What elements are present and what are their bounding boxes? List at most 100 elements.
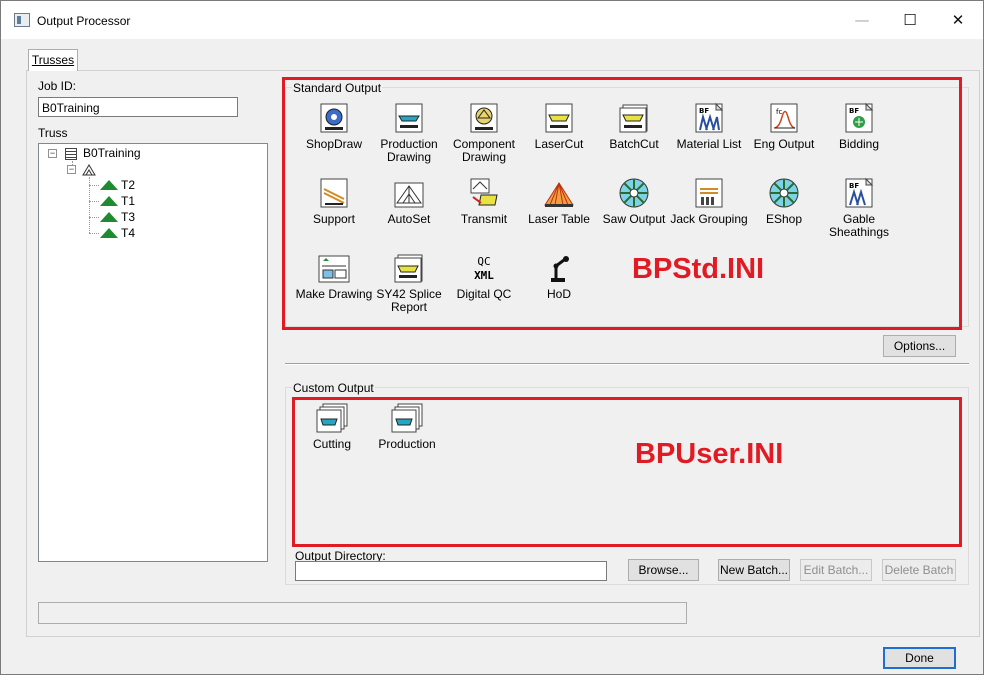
new-batch-button[interactable]: New Batch... [718,559,790,581]
eng-output-icon: fc [770,103,798,133]
output-item-label: HoD [546,287,571,301]
output-item-label: Make Drawing [295,287,373,301]
tree-subgroup-collapse-icon[interactable]: − [67,165,76,174]
output-processor-window: Output Processor — ☐ ✕ Trusses Job ID: B… [0,0,984,675]
output-item-label: AutoSet [387,212,431,226]
output-item-label: Eng Output [753,137,815,151]
output-item-hod[interactable]: HoD [519,252,599,301]
svg-text:QC: QC [477,255,490,268]
output-item-batchcut[interactable]: BatchCut [594,102,674,151]
truss-t4-icon [100,228,118,238]
delete-batch-button[interactable]: Delete Batch [882,559,956,581]
section-separator [285,363,969,365]
output-item-cutting[interactable]: Cutting [292,402,372,451]
svg-text:fc: fc [776,108,782,116]
tree-root-job[interactable]: B0Training [83,145,141,161]
eshop-icon [769,178,799,208]
tree-item-t2[interactable]: T2 [121,177,135,193]
output-item-gable-sheathings[interactable]: BF Gable Sheathings [819,177,899,239]
options-button[interactable]: Options... [883,335,956,357]
output-item-make-drawing[interactable]: Make Drawing [294,252,374,301]
autoset-icon [394,182,424,208]
truss-t2-icon [100,180,118,190]
shopdraw-icon [320,103,348,133]
job-id-label: Job ID: [38,79,77,93]
custom-output-label: Custom Output [292,381,375,395]
output-item-label: Cutting [312,437,352,451]
output-item-label: Digital QC [456,287,512,301]
component-drawing-icon [470,103,498,133]
tree-item-t3[interactable]: T3 [121,209,135,225]
material-list-icon: BF [695,102,724,133]
output-item-digital-qc[interactable]: QC XML Digital QC [444,252,524,301]
output-item-label: Transmit [460,212,508,226]
output-item-component-drawing[interactable]: Component Drawing [444,102,524,164]
transmit-icon [470,178,498,206]
tree-collapse-icon[interactable]: − [48,149,57,158]
output-item-transmit[interactable]: Transmit [444,177,524,226]
output-item-lasercut[interactable]: LaserCut [519,102,599,151]
maximize-button[interactable]: ☐ [887,5,933,35]
app-icon [14,13,30,27]
output-item-label: Production [378,437,436,451]
edit-batch-button[interactable]: Edit Batch... [800,559,872,581]
svg-text:XML: XML [474,269,494,282]
jack-grouping-icon [695,178,723,208]
output-item-label: Component Drawing [452,137,516,164]
output-item-material-list[interactable]: BF Material List [669,102,749,151]
truss-group-icon [82,164,96,176]
output-item-label: Gable Sheathings [828,212,890,239]
tab-trusses[interactable]: Trusses [28,49,78,71]
truss-tree[interactable]: − B0Training − T2 T1 T3 T4 [38,143,268,562]
output-item-sy42-splice-report[interactable]: SY42 Splice Report [369,252,449,314]
output-item-label: EShop [765,212,803,226]
status-bar [38,602,687,624]
output-item-jack-grouping[interactable]: Jack Grouping [669,177,749,226]
truss-t1-icon [100,196,118,206]
bidding-icon: BF [845,102,874,133]
output-item-laser-table[interactable]: Laser Table [519,177,599,226]
output-item-label: LaserCut [534,137,584,151]
output-item-label: Support [312,212,356,226]
tree-item-t1[interactable]: T1 [121,193,135,209]
output-item-label: ShopDraw [305,137,363,151]
title-bar: Output Processor — ☐ ✕ [1,1,983,39]
output-directory-field[interactable] [295,561,607,581]
window-title: Output Processor [37,14,131,28]
output-item-label: Laser Table [528,212,590,226]
bpuser-ini-annotation: BPUser.INI [635,438,784,470]
laser-table-icon [544,182,574,207]
output-item-saw-output[interactable]: Saw Output [594,177,674,226]
production-drawing-icon [395,103,423,133]
digital-qc-icon: QCXML [474,255,494,282]
bpstd-ini-annotation: BPStd.INI [632,253,765,285]
output-item-production[interactable]: Production [367,402,447,451]
minimize-button[interactable]: — [839,5,885,35]
svg-text:BF: BF [849,182,859,190]
close-button[interactable]: ✕ [935,5,981,35]
output-item-shopdraw[interactable]: ShopDraw [294,102,374,151]
output-item-production-drawing[interactable]: Production Drawing [369,102,449,164]
output-item-support[interactable]: Support [294,177,374,226]
svg-text:BF: BF [849,107,859,115]
browse-button[interactable]: Browse... [628,559,699,581]
output-item-label: Jack Grouping [670,212,748,226]
job-icon [65,148,77,160]
output-item-label: Saw Output [602,212,666,226]
output-item-eshop[interactable]: EShop [744,177,824,226]
output-item-autoset[interactable]: AutoSet [369,177,449,226]
gable-sheathings-icon: BF [845,177,874,208]
job-id-field[interactable]: B0Training [38,97,238,117]
svg-text:BF: BF [699,107,709,115]
batchcut-icon [619,104,648,133]
sy42-splice-report-icon [394,254,423,283]
output-item-bidding[interactable]: BF Bidding [819,102,899,151]
output-item-label: Production Drawing [380,137,438,164]
truss-t3-icon [100,212,118,222]
truss-label: Truss [38,126,68,140]
output-item-eng-output[interactable]: fc Eng Output [744,102,824,151]
saw-output-icon [619,178,649,208]
tree-item-t4[interactable]: T4 [121,225,135,241]
support-icon [320,178,348,208]
done-button[interactable]: Done [883,647,956,669]
